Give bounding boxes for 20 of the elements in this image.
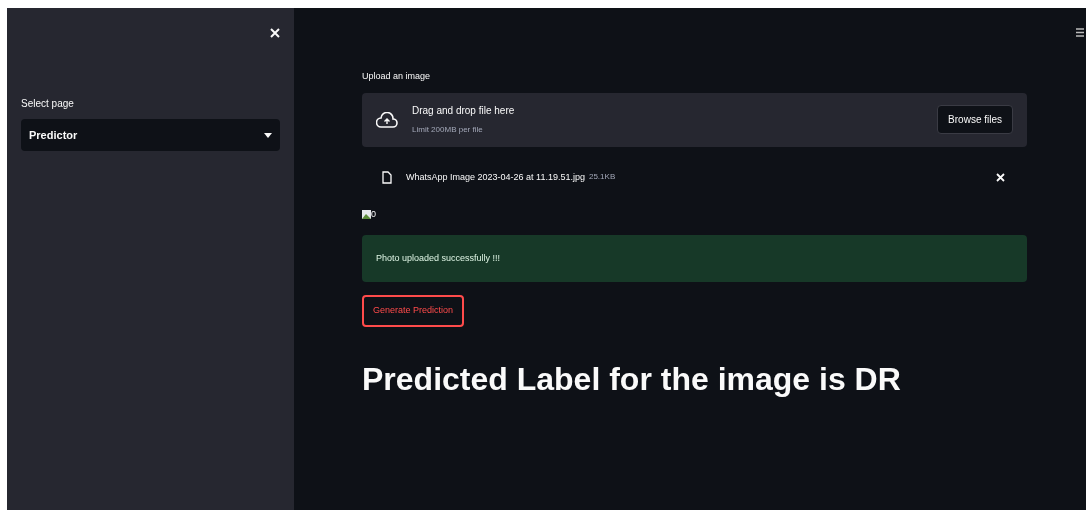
close-icon[interactable] xyxy=(270,28,280,38)
limit-text: Limit 200MB per file xyxy=(412,124,484,136)
page-select[interactable]: Predictor xyxy=(21,119,280,151)
broken-image-icon xyxy=(362,210,371,219)
uploader-label: Upload an image xyxy=(362,70,432,83)
file-size: 25.1KB xyxy=(588,171,616,184)
select-label: Select page xyxy=(21,97,75,111)
success-alert: Photo uploaded successfully !!! xyxy=(362,235,1027,282)
drop-text: Drag and drop file here xyxy=(412,104,515,118)
generate-prediction-button[interactable]: Generate Prediction xyxy=(362,295,465,327)
file-icon xyxy=(382,170,392,184)
caret-icon xyxy=(264,132,272,138)
dropzone[interactable]: Drag and drop file here Limit 200MB per file Browse files xyxy=(362,92,1027,147)
browse-files-button[interactable]: Browse files xyxy=(937,105,1013,134)
menu-icon[interactable] xyxy=(1076,28,1084,37)
remove-file-icon[interactable] xyxy=(996,172,1005,182)
cloud-upload-icon xyxy=(376,111,398,128)
image-alt-text: 0 xyxy=(371,210,376,219)
file-name: WhatsApp Image 2023-04-26 at 11.19.51.jpg xyxy=(406,170,585,184)
result-heading: Predicted Label for the image is DR xyxy=(362,363,902,395)
